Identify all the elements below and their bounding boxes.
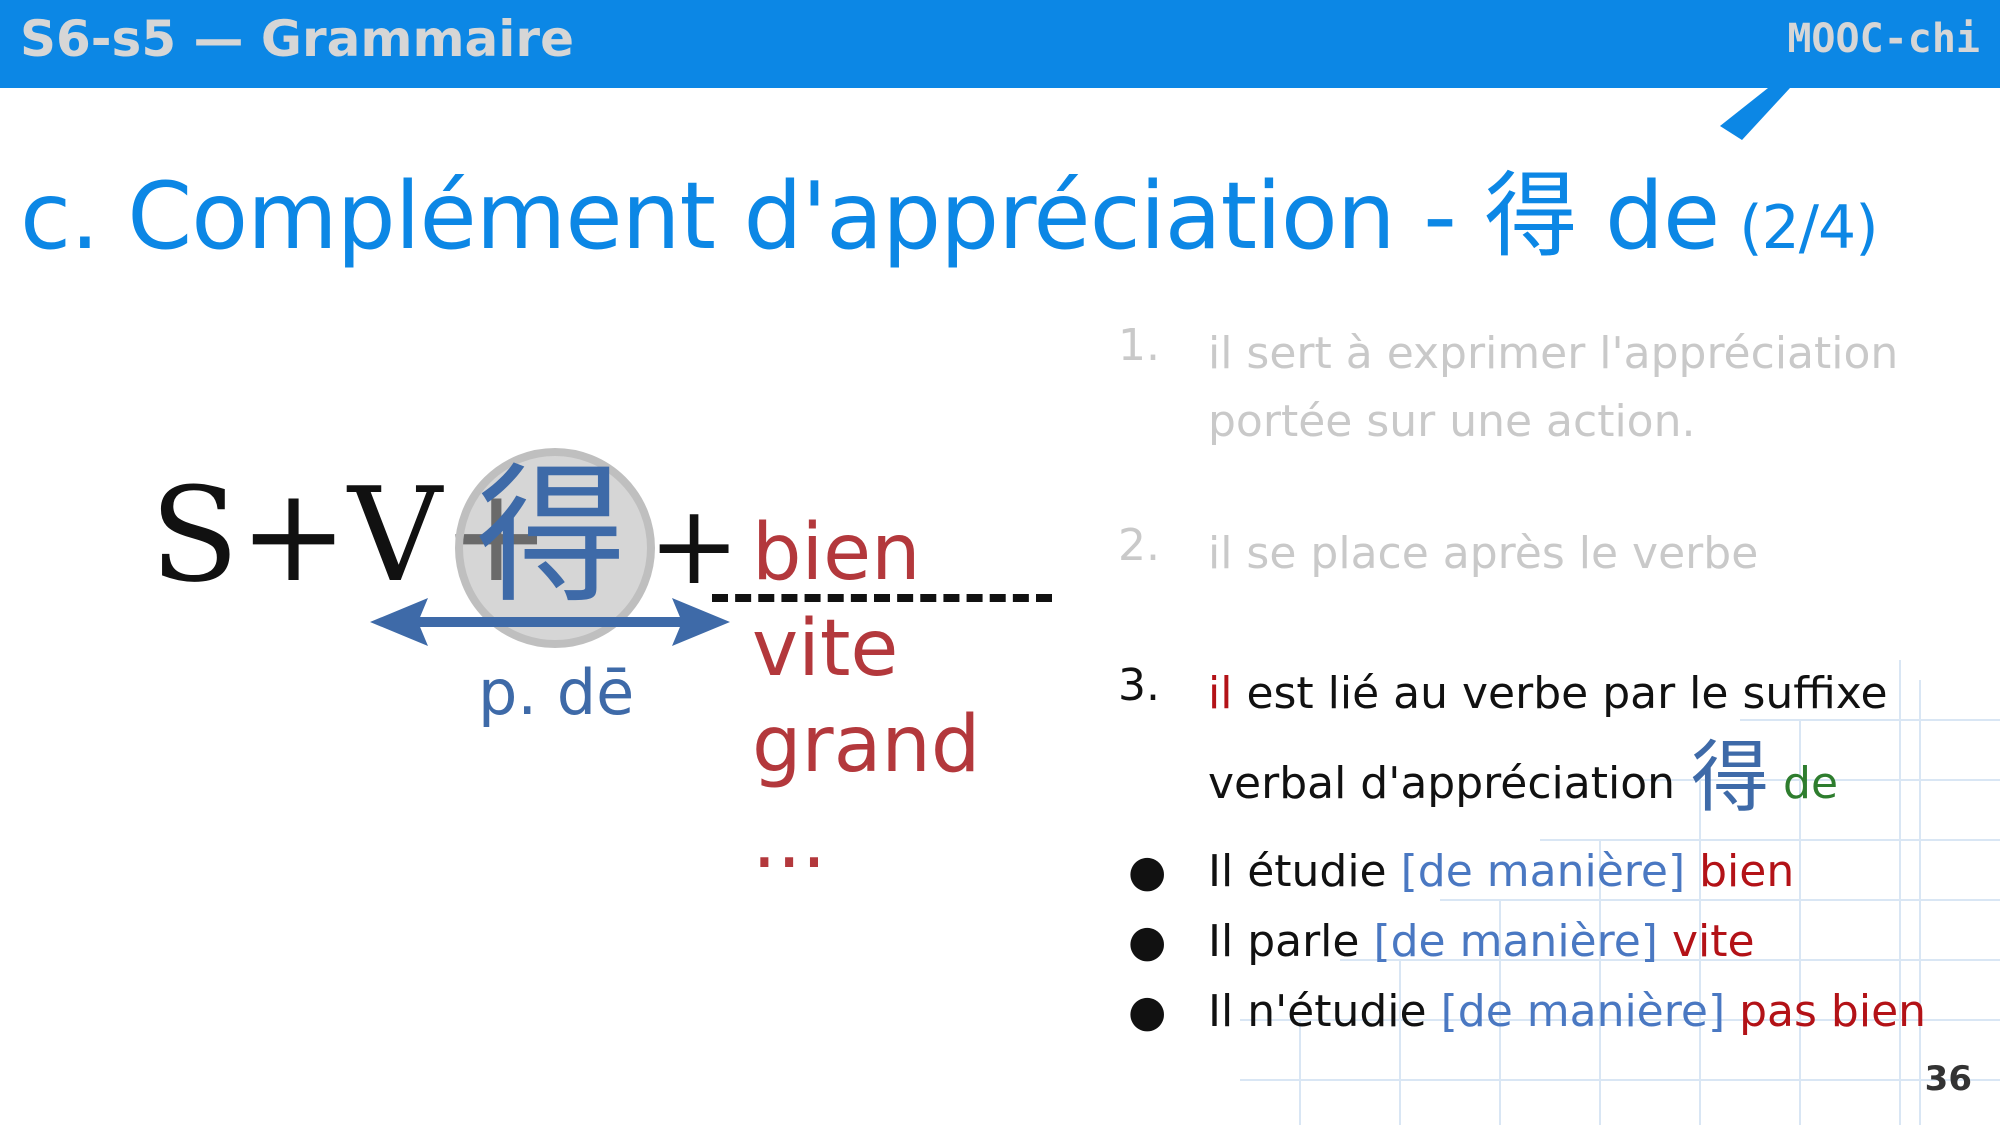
point-number: 3. [1118,660,1160,711]
example-item: ... [752,796,827,886]
point-number: 1. [1118,320,1160,371]
point-text-line2-row: verbal d'appréciation 得 de [1208,739,1968,818]
header-tab-decoration [1720,88,1790,140]
header-bar: S6-s5 — Grammaire MOOC-chi [0,0,2000,88]
de-character: 得 [476,450,627,624]
sentence-text: Il n'étudie [de manière] pas bien [1208,986,1926,1037]
sentence-subject: Il parle [1208,916,1374,967]
sentence-subject: Il étudie [1208,846,1401,897]
sentence-text: Il étudie [de manière] bien [1208,846,1794,897]
sentence-text: Il parle [de manière] vite [1208,916,1755,967]
sentence-value: vite [1657,916,1755,967]
slide-title-main: c. Complément d'appréciation - 得 de [20,162,1720,270]
example-item: bien [752,508,921,598]
point-text-rest: est lié au verbe par le suffixe [1232,668,1888,719]
brand-label: MOOC-chi [1787,16,1980,62]
example-item: grand [752,700,981,790]
de-inline-character: 得 [1691,733,1770,823]
sentence-manner: [de manière] [1440,986,1726,1037]
point-text: il sert à exprimer l'appréciation portée… [1208,328,1899,447]
sentence-value: pas bien [1725,986,1927,1037]
slide-title: c. Complément d'appréciation - 得 de (2/4) [20,140,1879,275]
formula-plus: + [648,481,741,609]
page-number: 36 [1924,1059,1972,1099]
slide-title-fraction: (2/4) [1739,193,1878,263]
section-title: S6-s5 — Grammaire [20,10,575,68]
bullet-icon: ● [1128,916,1167,967]
example-item: vite [752,604,899,694]
sentence-manner: [de manière] [1400,846,1686,897]
de-inline-pinyin: de [1783,758,1839,809]
point-number: 2. [1118,520,1160,571]
point-text-line2: verbal d'appréciation [1208,758,1676,809]
point-text: il est lié au verbe par le suffixe verba… [1208,660,1968,818]
example-list: bien vite grand ... [752,505,980,889]
point-text-il: il [1208,668,1233,719]
de-pinyin: p. dē [478,656,635,729]
sentence-value: bien [1685,846,1795,897]
sentence-subject: Il n'étudie [1208,986,1441,1037]
bullet-icon: ● [1128,986,1167,1037]
point-text: il se place après le verbe [1208,528,1759,579]
sentence-manner: [de manière] [1373,916,1658,967]
double-arrow-icon [370,598,730,646]
bullet-icon: ● [1128,846,1167,897]
